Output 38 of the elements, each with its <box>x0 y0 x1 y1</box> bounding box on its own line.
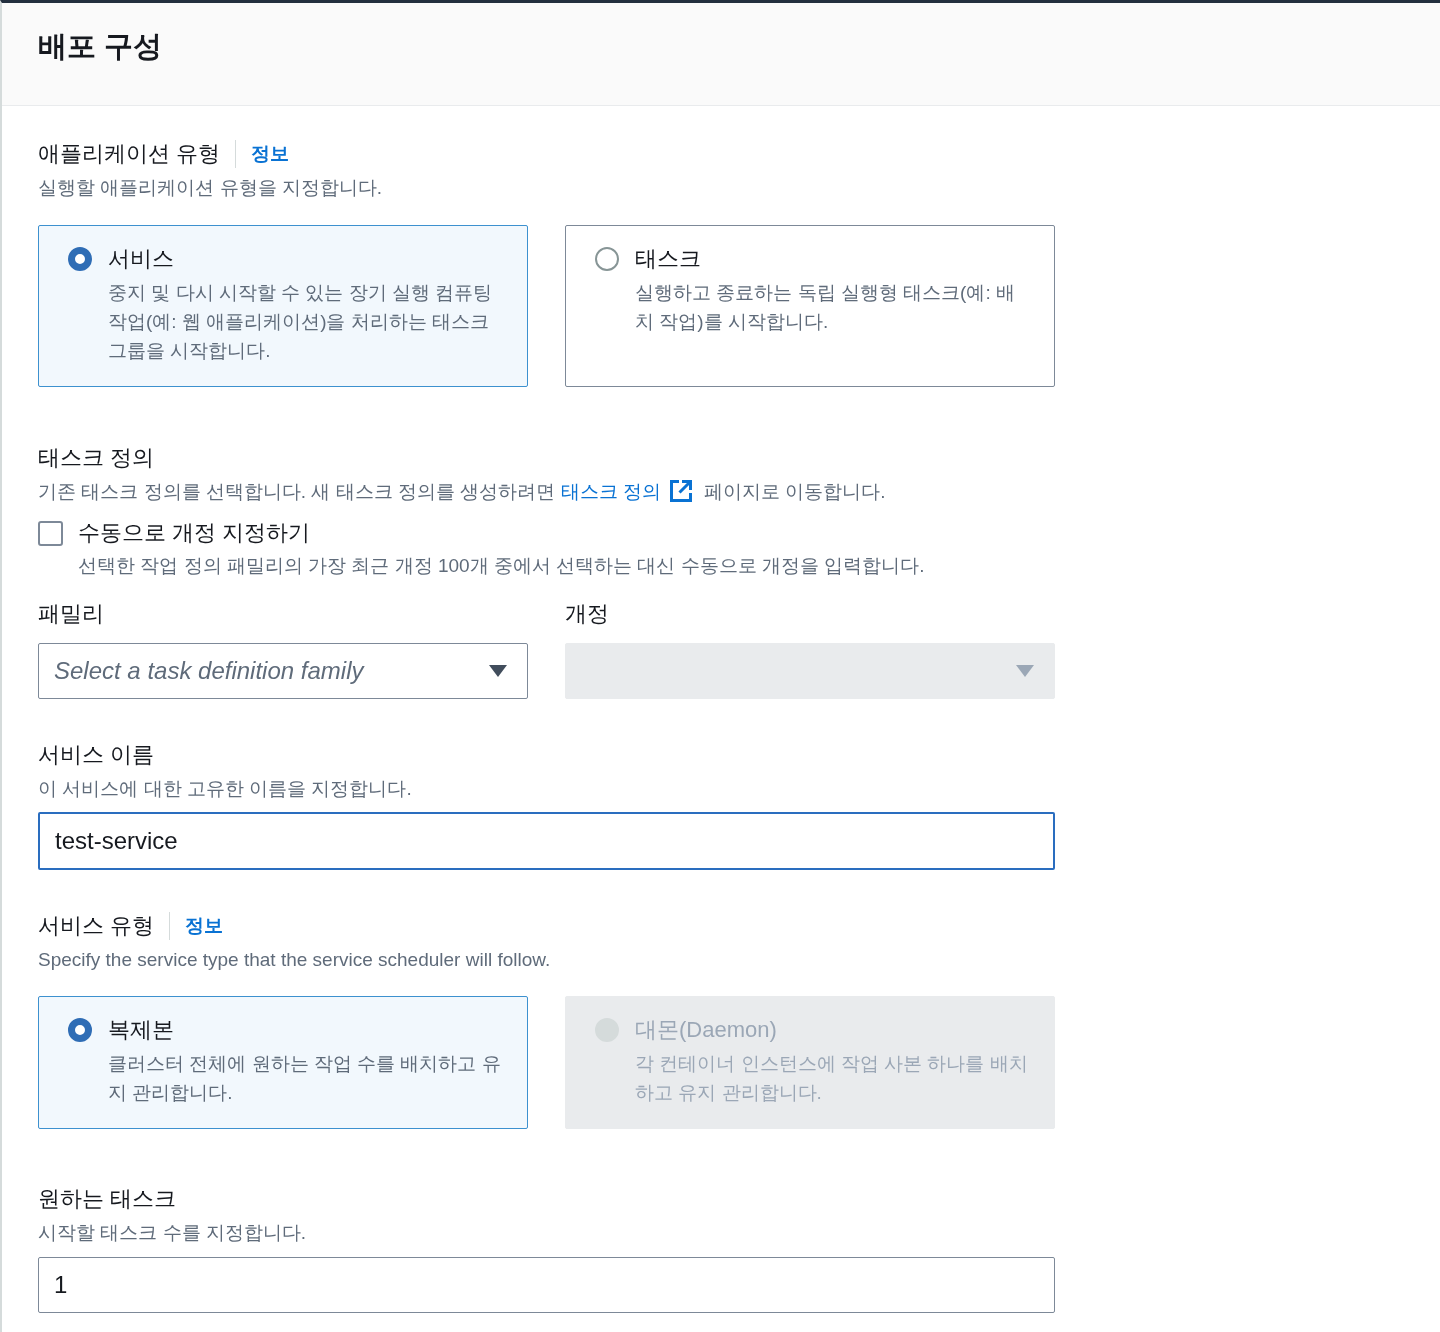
option-description: 중지 및 다시 시작할 수 있는 장기 실행 컴퓨팅 작업(예: 웹 애플리케이션)을 처리하는 태스크 그룹을 시작합니다. <box>108 281 494 363</box>
field-description: 이 서비스에 대한 고유한 이름을 지정합니다. <box>38 777 412 801</box>
option-title: 태스크 <box>635 245 701 273</box>
field-label: 태스크 정의 <box>38 444 155 472</box>
option-description: 클러스터 전체에 원하는 작업 수를 배치하고 유지 관리합니다. <box>108 1052 501 1105</box>
info-link[interactable]: 정보 <box>251 139 290 169</box>
checkbox[interactable] <box>38 520 63 546</box>
caret-down-icon <box>1016 665 1034 677</box>
text-input[interactable]: test-service <box>38 812 1055 870</box>
option-tile[interactable]: 태스크 실행하고 종료하는 독립 실행형 태스크(예: 배치 작업)를 시작합니다. <box>565 225 1055 387</box>
field-label: 애플리케이션 유형 <box>38 140 221 168</box>
field-description: 기존 태스크 정의를 선택합니다. 새 태스크 정의를 생성하려면 태스크 정의 페이지로 이동합니다. <box>38 479 886 505</box>
section-title: 배포 구성 <box>38 29 163 64</box>
option-title: 대몬(Daemon) <box>635 1016 777 1044</box>
field-label: 개정 <box>565 600 609 628</box>
field-description: 시작할 태스크 수를 지정합니다. <box>38 1221 307 1245</box>
checkbox-description: 선택한 작업 정의 패밀리의 가장 최근 개정 100개 중에서 선택하는 대신 수동으로 개정을 입력합니다. <box>78 554 925 578</box>
option-title: 서비스 <box>108 245 174 273</box>
checkbox-label[interactable]: 수동으로 개정 지정하기 <box>78 518 311 548</box>
text-input[interactable]: 1 <box>38 1257 1055 1313</box>
radio-button[interactable] <box>68 247 92 271</box>
field-description: 실행할 애플리케이션 유형을 지정합니다. <box>38 176 383 200</box>
caret-down-icon <box>489 665 507 677</box>
field-label: 서비스 이름 <box>38 741 155 769</box>
radio-button[interactable] <box>68 1018 92 1042</box>
option-tile[interactable]: 복제본 클러스터 전체에 원하는 작업 수를 배치하고 유지 관리합니다. <box>38 996 528 1129</box>
field-label: 서비스 유형 <box>38 912 155 940</box>
field-description: Specify the service type that the service scheduler will follow. <box>38 948 551 972</box>
option-title: 복제본 <box>108 1016 174 1044</box>
text-link[interactable]: 태스크 정의 <box>560 481 699 502</box>
radio-button[interactable] <box>595 247 619 271</box>
dropdown-select[interactable]: Select a task definition family <box>38 643 528 699</box>
field-label: 패밀리 <box>38 600 104 628</box>
option-tile[interactable]: 서비스 중지 및 다시 시작할 수 있는 장기 실행 컴퓨팅 작업(예: 웹 애플리케이션)을 처리하는 태스크 그룹을 시작합니다. <box>38 225 528 387</box>
field-label: 원하는 태스크 <box>38 1185 177 1213</box>
info-link[interactable]: 정보 <box>185 911 224 941</box>
option-description: 실행하고 종료하는 독립 실행형 태스크(예: 배치 작업)를 시작합니다. <box>635 281 1016 334</box>
option-description: 각 컨테이너 인스턴스에 작업 사본 하나를 배치하고 유지 관리합니다. <box>635 1052 1028 1105</box>
